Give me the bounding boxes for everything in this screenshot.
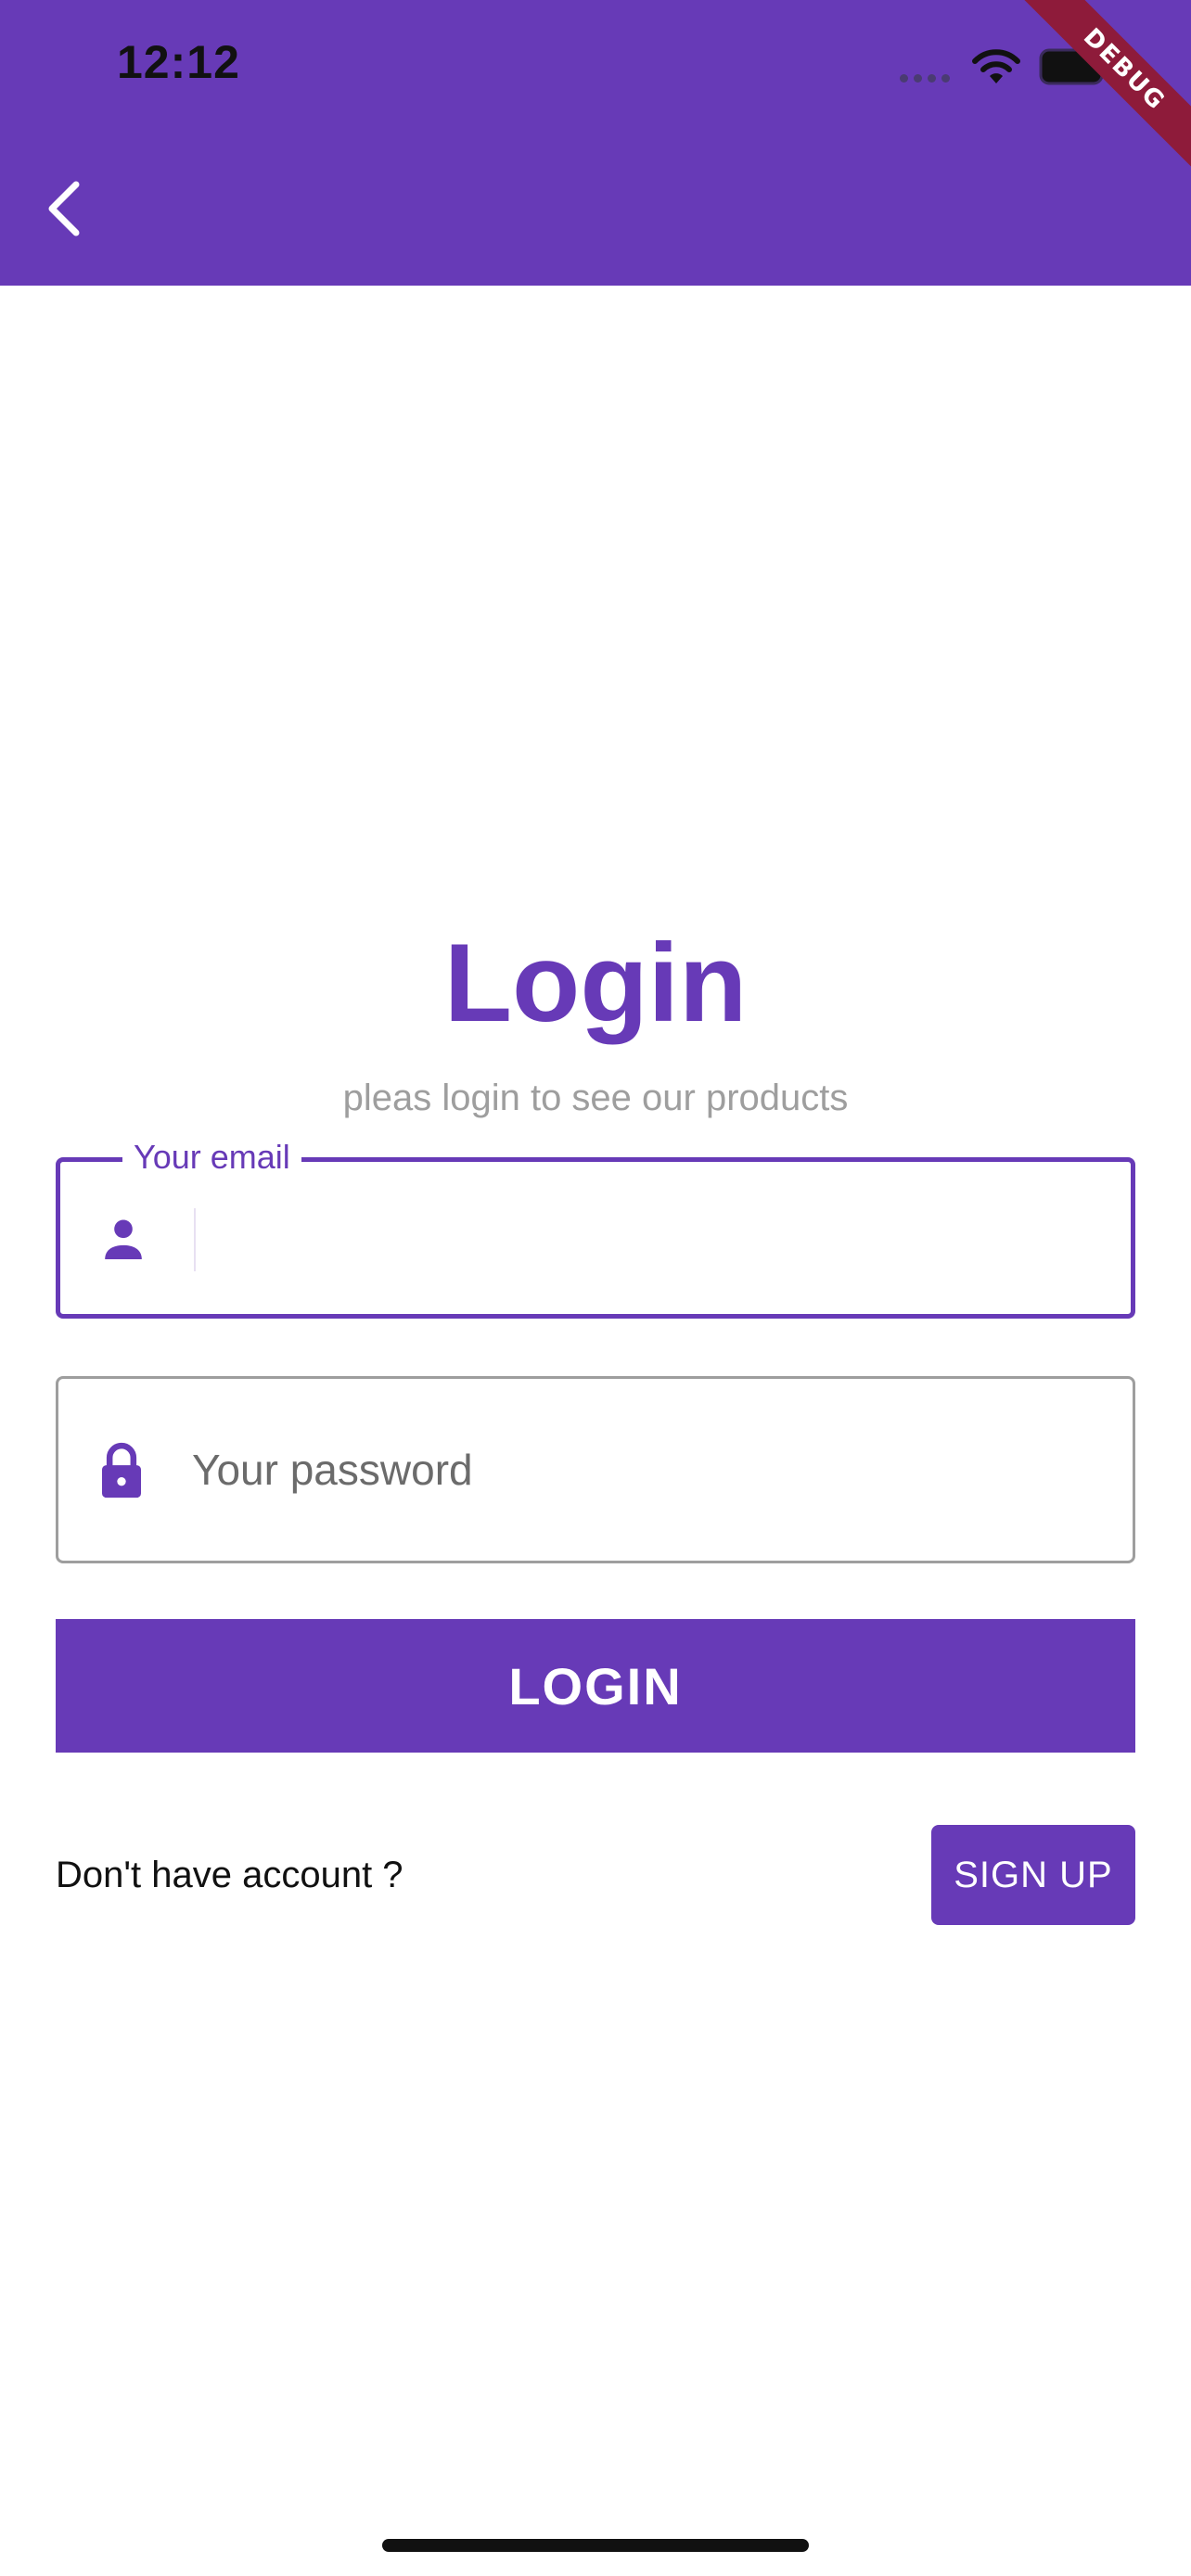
login-button[interactable]: LOGIN — [56, 1619, 1135, 1753]
password-field[interactable] — [56, 1376, 1135, 1563]
signup-prompt: Don't have account ? — [56, 1855, 403, 1895]
password-input[interactable] — [192, 1438, 1114, 1501]
wifi-icon — [972, 49, 1020, 83]
app-bar: 12:12 DEBUG — [0, 0, 1191, 286]
email-input[interactable] — [194, 1208, 1112, 1271]
cellular-signal-icon — [900, 74, 950, 83]
chevron-left-icon — [48, 181, 80, 236]
home-indicator[interactable] — [382, 2539, 809, 2552]
email-field[interactable] — [56, 1157, 1135, 1319]
back-button[interactable] — [28, 167, 98, 250]
lock-icon — [102, 1442, 141, 1498]
page-subtitle: pleas login to see our products — [342, 1078, 849, 1118]
status-time: 12:12 — [117, 36, 240, 88]
email-field-label: Your email — [122, 1139, 301, 1176]
sign-up-button[interactable]: SIGN UP — [931, 1825, 1135, 1925]
debug-banner: DEBUG — [1010, 0, 1191, 184]
person-icon — [105, 1219, 142, 1259]
page-title: Login — [443, 921, 748, 1045]
